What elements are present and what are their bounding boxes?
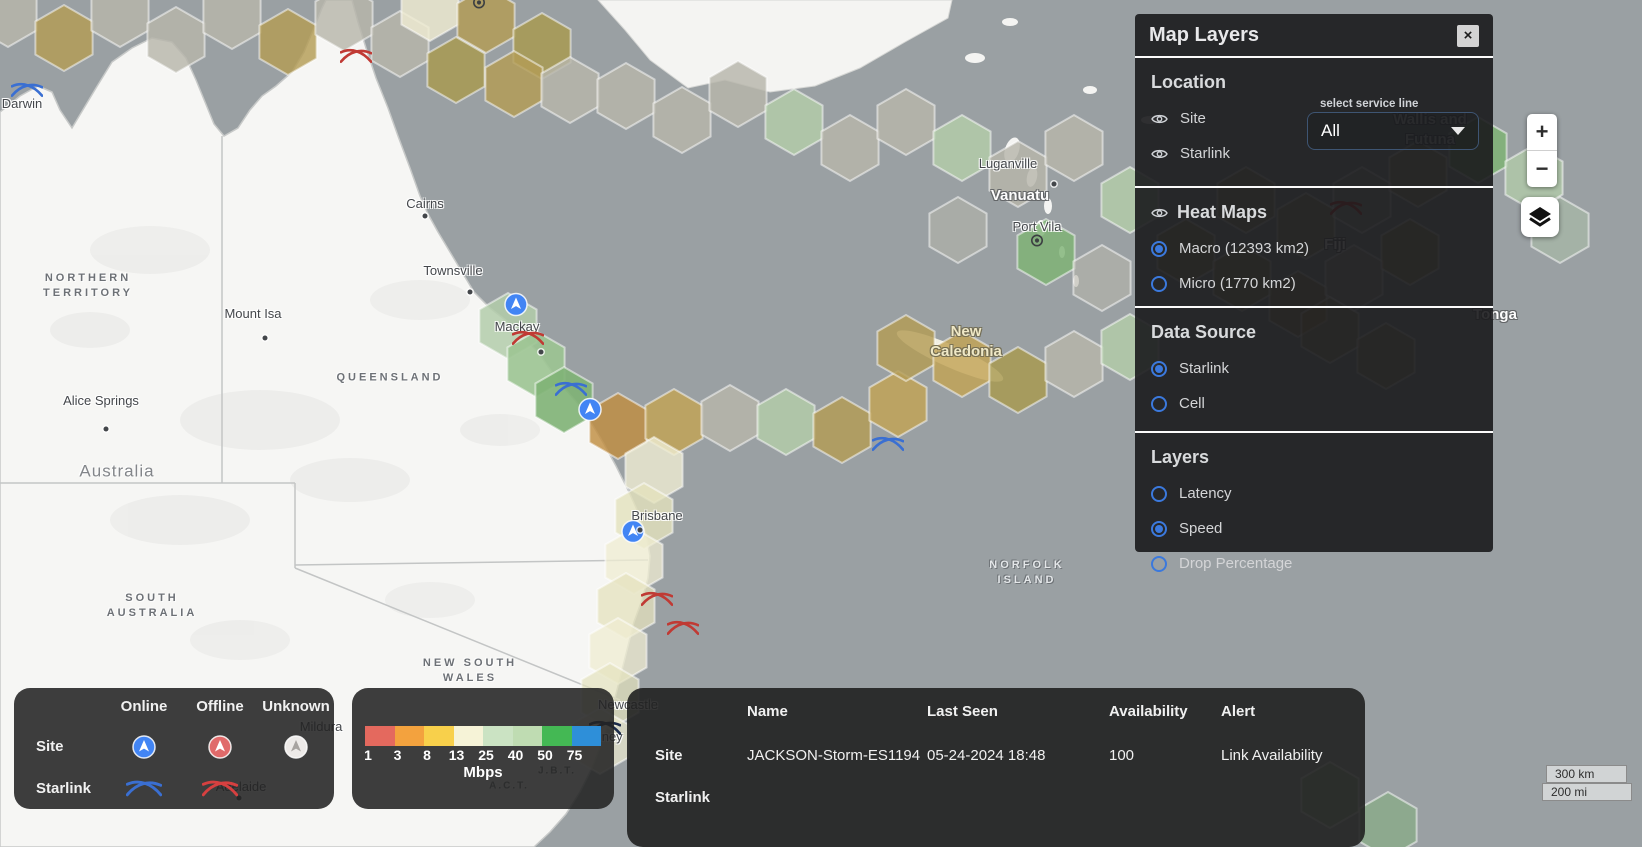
section-location: Location SiteStarlink select service lin… [1135,58,1493,188]
site-alert-value: Link Availability [1221,729,1357,773]
radio-icon [1151,486,1167,502]
speed-unit-label: Mbps [352,764,614,781]
radio-icon [1151,276,1167,292]
service-line-dropdown[interactable]: select service line All [1307,98,1479,150]
capital-city-icon [1031,234,1044,252]
location-heading: Location [1151,72,1477,93]
radio-latency[interactable]: Latency [1151,485,1477,502]
radio-micro-1770-km2[interactable]: Micro (1770 km2) [1151,275,1477,292]
section-data-source: Data Source Starlink Cell [1135,308,1493,433]
speed-legend-panel: 1381325405075 Mbps [352,688,614,809]
starlink-last-seen-value [927,773,1109,815]
status-legend-panel: Online Offline Unknown Site Starlink [14,688,334,809]
data-source-heading: Data Source [1151,322,1477,343]
legend-row-site: Site [14,738,106,755]
legend-col-unknown: Unknown [258,698,334,715]
col-name: Name [747,694,927,729]
city-dot [1052,182,1057,187]
radio-icon [1151,521,1167,537]
eye-icon [1151,148,1168,160]
zoom-control: + − [1527,114,1557,187]
radio-icon [1151,396,1167,412]
city-dot [539,350,544,355]
radio-cell[interactable]: Cell [1151,395,1477,412]
starlink-name-value [747,773,927,815]
col-last-seen: Last Seen [927,694,1109,729]
city-dot [638,528,643,533]
row-label-starlink: Starlink [655,773,747,815]
section-heat-maps: Heat Maps Macro (12393 km2) Micro (1770 k… [1135,188,1493,308]
col-alert: Alert [1221,694,1357,729]
speed-tick: 13 [449,747,465,763]
section-layers: Layers Latency Speed Drop Percentage [1135,433,1493,594]
col-availability: Availability [1109,694,1221,729]
starlink-availability-value [1109,773,1221,815]
starlink-online-marker[interactable] [11,81,43,106]
starlink-offline-marker[interactable] [340,47,372,72]
speed-tick: 1 [364,747,372,763]
speed-tick: 3 [394,747,402,763]
zoom-out-button[interactable]: − [1527,150,1557,187]
heat-maps-heading: Heat Maps [1177,202,1267,223]
city-dot [423,214,428,219]
city-dot [263,336,268,341]
speed-scale-ticks: 1381325405075 [365,747,601,765]
scale-mi: 200 mi [1542,783,1632,801]
radio-macro-12393-km2[interactable]: Macro (12393 km2) [1151,240,1477,257]
layers-heading: Layers [1151,447,1477,468]
speed-color-scale [365,726,601,746]
site-offline-marker-icon [182,735,258,759]
radio-icon [1151,361,1167,377]
speed-tick: 50 [537,747,553,763]
site-online-marker[interactable] [504,293,528,322]
panel-title: Map Layers [1149,24,1259,47]
site-name-value: JACKSON-Storm-ES1194 [747,729,927,773]
map-layers-panel: Map Layers × Location SiteStarlink selec… [1135,14,1493,552]
speed-tick: 8 [423,747,431,763]
legend-col-online: Online [106,698,182,715]
radio-starlink[interactable]: Starlink [1151,360,1477,377]
starlink-online-marker[interactable] [872,435,904,460]
radio-icon [1151,556,1167,572]
city-dot [104,427,109,432]
starlink-offline-icon [182,778,258,800]
legend-col-offline: Offline [182,698,258,715]
basemap-layers-button[interactable] [1521,197,1559,237]
site-online-marker[interactable] [621,520,645,549]
starlink-online-icon [106,778,182,800]
city-dot [468,290,473,295]
starlink-offline-marker[interactable] [641,590,673,615]
radio-icon [1151,241,1167,257]
eye-icon[interactable] [1151,207,1168,219]
site-unknown-marker-icon [258,735,334,759]
capital-city-icon [473,0,486,14]
speed-tick: 25 [478,747,494,763]
speed-tick: 75 [567,747,583,763]
radio-speed[interactable]: Speed [1151,520,1477,537]
site-last-seen-value: 05-24-2024 18:48 [927,729,1109,773]
layers-icon [1528,206,1552,228]
selection-info-panel: Name Last Seen Availability Alert Site J… [627,688,1365,847]
chevron-down-icon [1451,127,1465,135]
service-line-value: All [1321,121,1340,141]
radio-drop-percentage[interactable]: Drop Percentage [1151,555,1477,572]
zoom-in-button[interactable]: + [1527,114,1557,150]
scale-km: 300 km [1546,765,1627,783]
site-availability-value: 100 [1109,729,1221,773]
starlink-offline-marker[interactable] [667,619,699,644]
site-online-marker-icon [106,735,182,759]
close-icon[interactable]: × [1457,25,1479,47]
starlink-alert-value [1221,773,1357,815]
service-line-label: select service line [1320,98,1479,110]
speed-tick: 40 [508,747,524,763]
eye-icon [1151,113,1168,125]
row-label-site: Site [655,729,747,773]
legend-row-starlink: Starlink [14,780,106,797]
starlink-online-marker[interactable] [555,380,587,405]
